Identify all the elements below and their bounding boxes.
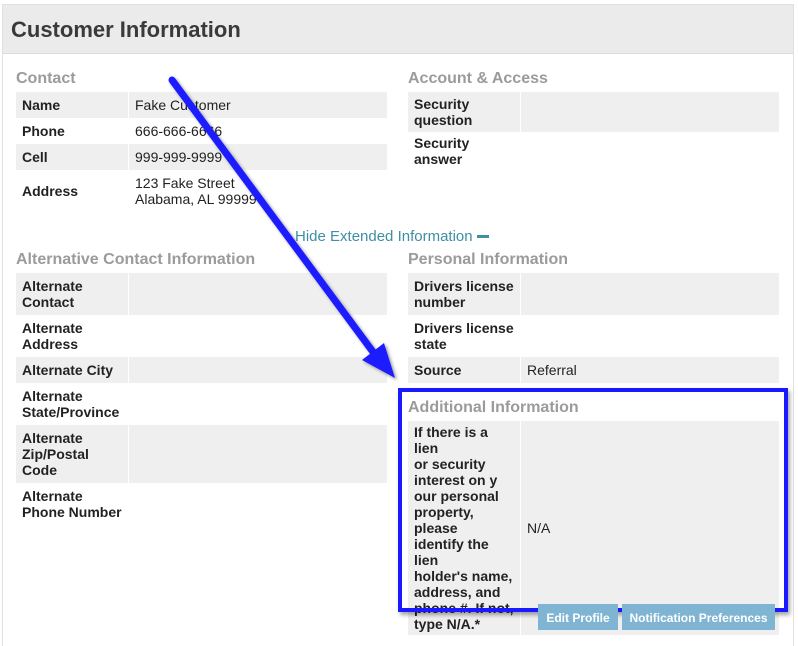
annotation-arrow-icon: [168, 76, 395, 378]
